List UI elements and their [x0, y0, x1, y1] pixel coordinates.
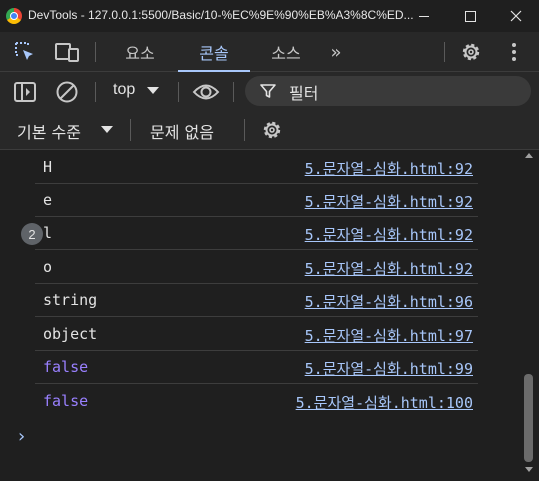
clear-console-button[interactable]	[53, 79, 81, 105]
chevron-down-icon	[147, 87, 159, 94]
message-text: object	[43, 325, 98, 343]
maximize-button[interactable]	[447, 0, 493, 32]
chrome-logo-icon	[6, 8, 22, 24]
divider	[233, 82, 234, 102]
message-text: string	[43, 291, 98, 309]
divider	[178, 82, 179, 102]
source-link[interactable]: 5.문자열-심화.html:92	[305, 224, 473, 245]
inspect-element-button[interactable]	[10, 32, 40, 72]
clear-console-icon	[56, 81, 78, 103]
console-message: string 5.문자열-심화.html:96	[35, 284, 478, 317]
eye-icon	[192, 84, 220, 100]
sidebar-toggle-icon	[14, 82, 36, 102]
console-output[interactable]: H 5.문자열-심화.html:92 e 5.문자열-심화.html:92 l …	[0, 151, 521, 481]
device-toolbar-icon	[55, 43, 79, 62]
more-tabs-button[interactable]: »	[320, 32, 352, 72]
funnel-icon	[260, 84, 276, 98]
console-message: object 5.문자열-심화.html:97	[35, 318, 478, 351]
source-link[interactable]: 5.문자열-심화.html:96	[305, 291, 473, 312]
issues-status[interactable]: 문제 없음	[150, 119, 214, 143]
gear-icon	[263, 121, 281, 139]
source-link[interactable]: 5.문자열-심화.html:100	[296, 392, 473, 413]
chevron-down-icon	[101, 126, 113, 133]
tab-sources[interactable]: 소스	[254, 32, 318, 72]
device-toolbar-button[interactable]	[52, 32, 82, 72]
console-message: false 5.문자열-심화.html:99	[35, 351, 478, 384]
divider	[444, 42, 445, 62]
inspect-element-icon	[15, 42, 33, 60]
minimize-button[interactable]	[401, 0, 447, 32]
console-message: false 5.문자열-심화.html:100	[35, 385, 478, 418]
scrollbar-thumb[interactable]	[524, 374, 533, 462]
message-text: o	[43, 258, 53, 276]
console-prompt[interactable]: ›	[18, 426, 25, 447]
log-levels-dropdown[interactable]: 기본 수준	[17, 119, 81, 143]
console-message: e 5.문자열-심화.html:92	[35, 184, 478, 217]
devtools-tabbar: 요소 콘솔 소스 »	[0, 32, 539, 72]
filter-placeholder: 필터	[289, 84, 319, 103]
tab-console[interactable]: 콘솔	[178, 32, 250, 72]
window-title: DevTools - 127.0.0.1:5500/Basic/10-%EC%9…	[28, 8, 414, 22]
scroll-down-arrow[interactable]	[525, 467, 533, 472]
filter-input[interactable]	[245, 76, 531, 106]
message-text: false	[43, 392, 89, 410]
message-text: false	[43, 358, 89, 376]
window-titlebar: DevTools - 127.0.0.1:5500/Basic/10-%EC%9…	[0, 0, 539, 32]
message-text: l	[43, 224, 53, 242]
divider	[130, 119, 131, 141]
repeat-count-badge: 2	[21, 223, 43, 245]
console-message: o 5.문자열-심화.html:92	[35, 251, 478, 284]
tab-elements[interactable]: 요소	[108, 32, 172, 72]
source-link[interactable]: 5.문자열-심화.html:99	[305, 358, 473, 379]
source-link[interactable]: 5.문자열-심화.html:92	[305, 191, 473, 212]
scroll-up-arrow[interactable]	[525, 153, 533, 158]
sidebar-toggle-button[interactable]	[11, 79, 39, 105]
kebab-menu-icon	[512, 43, 516, 61]
divider	[244, 119, 245, 141]
console-settings-button[interactable]	[258, 117, 286, 143]
settings-button[interactable]	[457, 32, 485, 72]
message-text: H	[43, 158, 53, 176]
console-message: H 5.문자열-심화.html:92	[35, 151, 478, 184]
gear-icon	[462, 43, 480, 61]
message-text: e	[43, 191, 53, 209]
source-link[interactable]: 5.문자열-심화.html:92	[305, 258, 473, 279]
live-expression-button[interactable]	[190, 79, 222, 105]
console-message: l 5.문자열-심화.html:92	[35, 217, 478, 250]
divider	[95, 42, 96, 62]
close-icon	[510, 10, 522, 22]
customize-menu-button[interactable]	[500, 32, 528, 72]
close-button[interactable]	[493, 0, 539, 32]
source-link[interactable]: 5.문자열-심화.html:97	[305, 325, 473, 346]
source-link[interactable]: 5.문자열-심화.html:92	[305, 158, 473, 179]
context-selector[interactable]: top	[113, 81, 135, 99]
divider	[95, 82, 96, 102]
